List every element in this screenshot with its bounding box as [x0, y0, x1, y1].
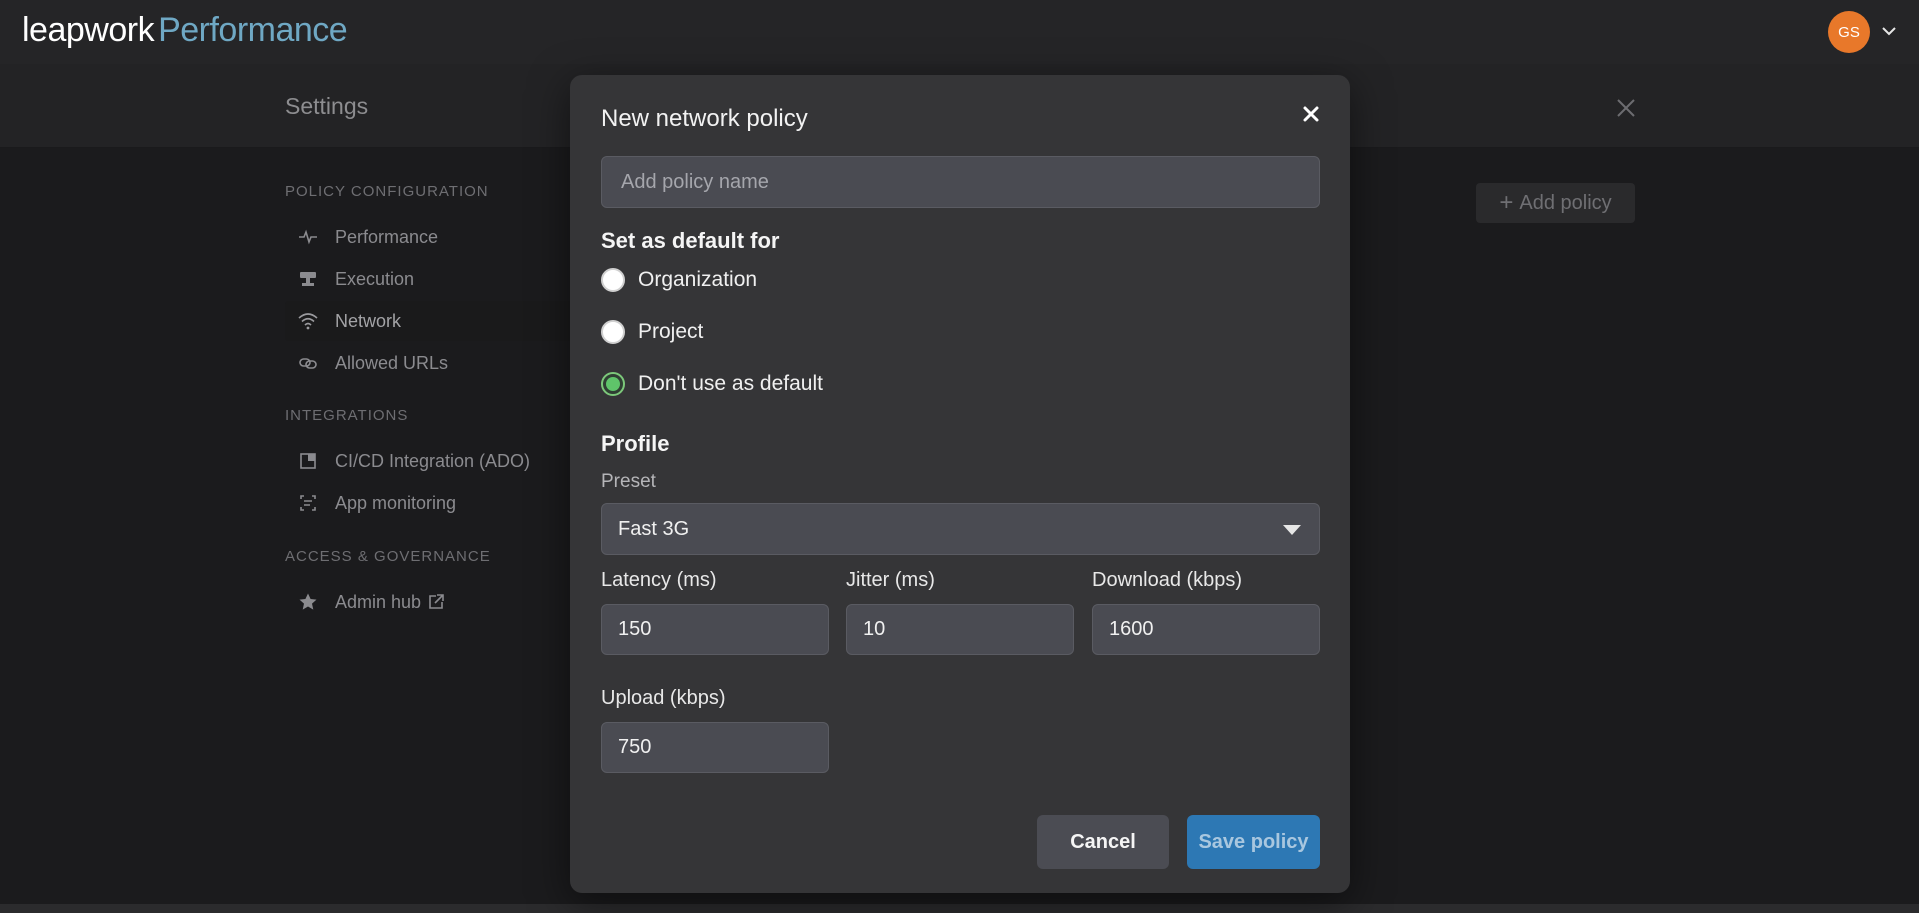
- preset-select[interactable]: Fast 3G: [601, 503, 1320, 555]
- close-icon[interactable]: [1298, 101, 1324, 127]
- radio-label: Project: [638, 320, 704, 343]
- sidebar-item-allowed-urls[interactable]: Allowed URLs: [285, 343, 585, 383]
- preset-value: Fast 3G: [618, 517, 690, 540]
- caret-down-icon: [1283, 525, 1301, 535]
- sidebar-item-performance[interactable]: Performance: [285, 217, 585, 257]
- section-label-access: ACCESS & GOVERNANCE: [285, 548, 491, 565]
- save-policy-button[interactable]: Save policy: [1187, 815, 1320, 869]
- monitor-icon: [297, 492, 319, 514]
- radio-label: Organization: [638, 268, 758, 291]
- sidebar-item-label: App monitoring: [335, 492, 457, 513]
- sidebar-item-label: Performance: [335, 226, 439, 247]
- add-policy-label: Add policy: [1519, 191, 1612, 214]
- chevron-down-icon[interactable]: [1880, 22, 1898, 40]
- dialog-title: New network policy: [601, 105, 808, 132]
- sidebar-item-network[interactable]: Network: [285, 301, 585, 341]
- sidebar-item-execution[interactable]: Execution: [285, 259, 585, 299]
- bottom-strip: [0, 904, 1919, 913]
- radio-organization[interactable]: Organization: [601, 265, 757, 295]
- upload-label: Upload (kbps): [601, 687, 726, 709]
- execution-icon: [297, 268, 319, 290]
- latency-label: Latency (ms): [601, 569, 717, 591]
- radio-project[interactable]: Project: [601, 317, 703, 347]
- default-heading: Set as default for: [601, 228, 780, 253]
- logo-primary: leapwork: [22, 11, 155, 49]
- preset-label: Preset: [601, 471, 656, 492]
- sidebar-item-label: Allowed URLs: [335, 352, 449, 373]
- sidebar-item-app-monitoring[interactable]: App monitoring: [285, 483, 585, 523]
- logo-secondary: Performance: [158, 11, 348, 49]
- sidebar-item-label: CI/CD Integration (ADO): [335, 450, 531, 471]
- section-label-policy: POLICY CONFIGURATION: [285, 183, 489, 200]
- new-network-policy-dialog: New network policy Set as default for Or…: [570, 75, 1350, 893]
- download-label: Download (kbps): [1092, 569, 1243, 591]
- cancel-button[interactable]: Cancel: [1037, 815, 1169, 869]
- pulse-icon: [297, 226, 319, 248]
- star-icon: [297, 591, 319, 613]
- sidebar-item-cicd[interactable]: CI/CD Integration (ADO): [285, 441, 585, 481]
- download-input[interactable]: 1600: [1092, 604, 1320, 655]
- radio-button[interactable]: [601, 372, 625, 396]
- radio-label: Don't use as default: [638, 372, 823, 395]
- profile-heading: Profile: [601, 431, 670, 456]
- sidebar-item-label: Admin hub: [335, 591, 422, 612]
- close-icon[interactable]: [1614, 96, 1638, 120]
- link-icon: [297, 352, 319, 374]
- page-title: Settings: [285, 93, 369, 119]
- radio-button[interactable]: [601, 320, 625, 344]
- top-bar: leapwork Performance GS: [0, 0, 1919, 64]
- avatar[interactable]: GS: [1828, 11, 1870, 53]
- external-link-icon: [429, 594, 444, 609]
- wifi-icon: [297, 310, 319, 332]
- policy-name-input[interactable]: [601, 156, 1320, 208]
- radio-dont-use-default[interactable]: Don't use as default: [601, 369, 823, 399]
- add-policy-button[interactable]: + Add policy: [1476, 183, 1635, 223]
- radio-button[interactable]: [601, 268, 625, 292]
- logo[interactable]: leapwork Performance: [22, 10, 348, 50]
- jitter-label: Jitter (ms): [846, 569, 935, 591]
- sidebar-item-label: Execution: [335, 268, 415, 289]
- sidebar-item-admin-hub[interactable]: Admin hub: [285, 582, 585, 622]
- upload-input[interactable]: 750: [601, 722, 829, 773]
- section-label-integrations: INTEGRATIONS: [285, 407, 409, 424]
- jitter-input[interactable]: 10: [846, 604, 1074, 655]
- sidebar-item-label: Network: [335, 310, 402, 331]
- latency-input[interactable]: 150: [601, 604, 829, 655]
- integration-icon: [297, 450, 319, 472]
- plus-icon: +: [1499, 189, 1514, 216]
